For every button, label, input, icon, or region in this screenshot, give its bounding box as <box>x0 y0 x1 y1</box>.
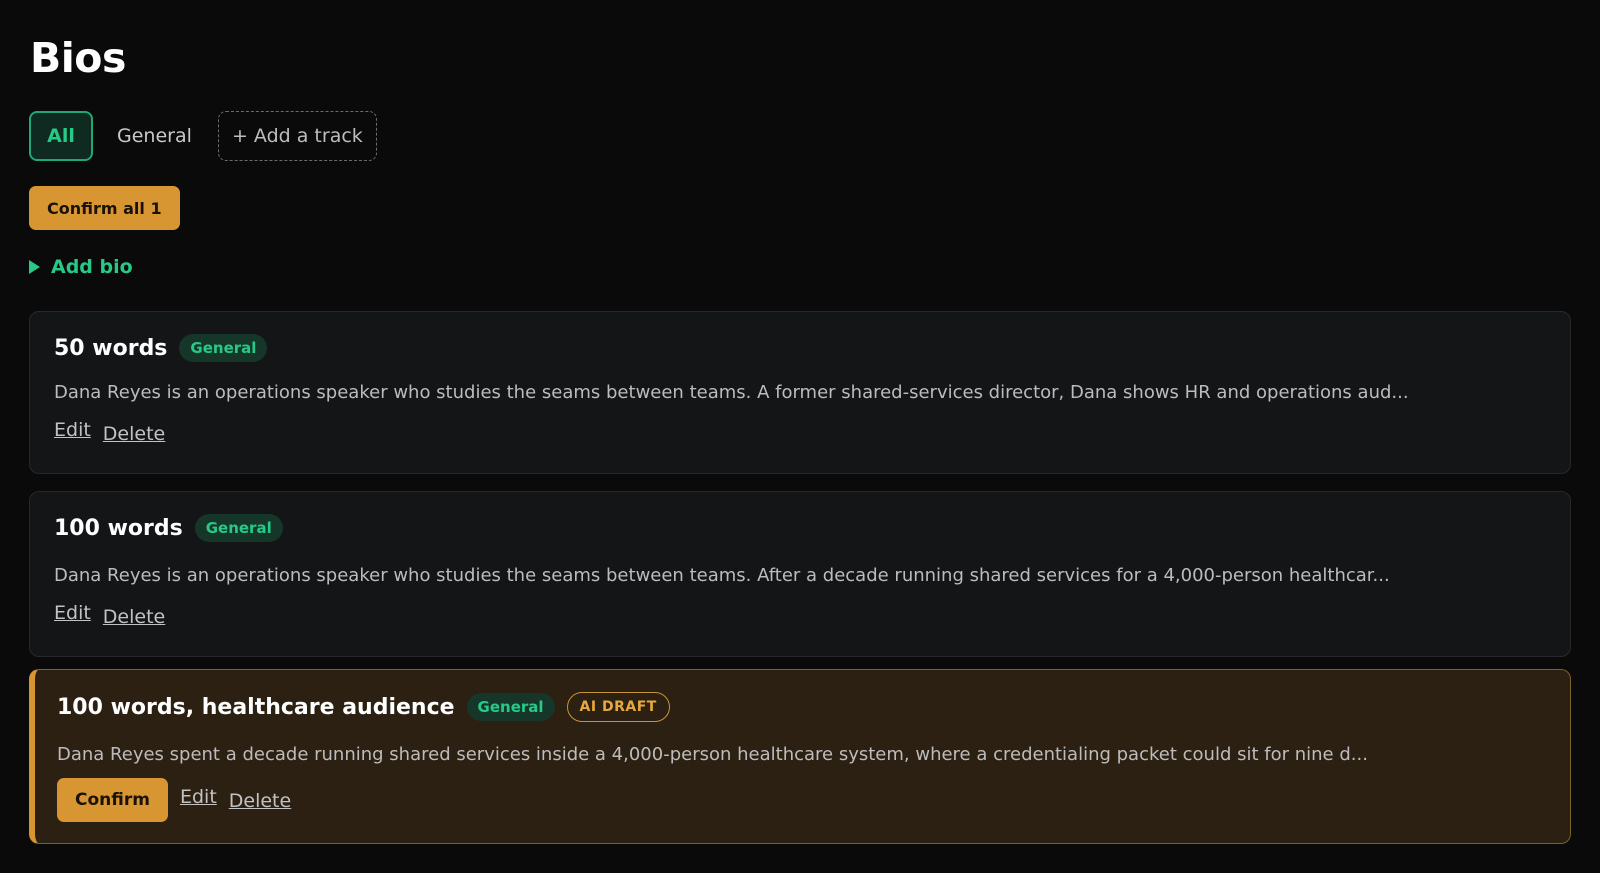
bio-preview-text: Dana Reyes spent a decade running shared… <box>57 744 1368 765</box>
edit-link[interactable]: Edit <box>180 786 217 808</box>
delete-link[interactable]: Delete <box>103 423 165 445</box>
ai-draft-badge: AI DRAFT <box>566 692 670 722</box>
confirm-all-button[interactable]: Confirm all 1 <box>29 186 180 230</box>
confirm-button[interactable]: Confirm <box>57 778 168 822</box>
track-badge: General <box>179 334 268 362</box>
bio-preview-text: Dana Reyes is an operations speaker who … <box>54 565 1390 586</box>
delete-link[interactable]: Delete <box>229 790 291 812</box>
tab-all[interactable]: All <box>29 111 93 161</box>
tab-general[interactable]: General <box>105 111 204 161</box>
bio-preview-text: Dana Reyes is an operations speaker who … <box>54 382 1409 403</box>
edit-link[interactable]: Edit <box>54 602 91 624</box>
add-track-button[interactable]: + Add a track <box>217 111 377 161</box>
add-bio-label: Add bio <box>51 256 133 278</box>
bio-title: 50 words <box>54 335 168 361</box>
bio-actions: Edit Delete <box>54 419 165 445</box>
bio-actions: Confirm Edit Delete <box>57 778 291 822</box>
track-tabs: All General + Add a track <box>29 111 377 161</box>
bio-card-draft: 100 words, healthcare audience General A… <box>29 669 1571 844</box>
bio-title: 100 words, healthcare audience <box>57 694 455 720</box>
triangle-right-icon <box>29 260 40 274</box>
bio-card-header: 100 words General <box>54 514 283 542</box>
bio-title: 100 words <box>54 515 183 541</box>
edit-link[interactable]: Edit <box>54 419 91 441</box>
track-badge: General <box>466 693 555 721</box>
bio-actions: Edit Delete <box>54 602 165 628</box>
bio-card-header: 100 words, healthcare audience General A… <box>57 692 670 722</box>
bio-card: 50 words General Dana Reyes is an operat… <box>29 311 1571 474</box>
bios-page: Bios All General + Add a track Confirm a… <box>0 0 1600 873</box>
add-bio-toggle[interactable]: Add bio <box>29 256 133 278</box>
bio-card: 100 words General Dana Reyes is an opera… <box>29 491 1571 657</box>
track-badge: General <box>194 514 283 542</box>
bio-card-header: 50 words General <box>54 334 268 362</box>
page-title: Bios <box>30 34 126 82</box>
delete-link[interactable]: Delete <box>103 606 165 628</box>
